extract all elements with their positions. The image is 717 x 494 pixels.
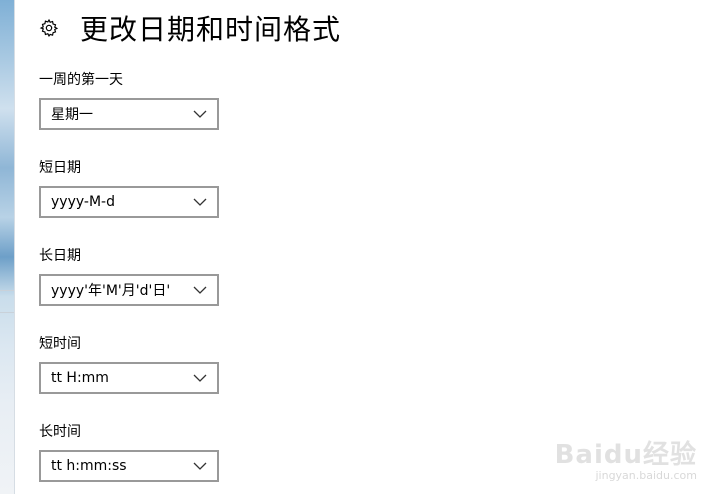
baidu-watermark: Baidu经验 jingyan.baidu.com xyxy=(555,434,697,482)
first-day-of-week-setting: 一周的第一天 星期一 xyxy=(39,70,219,130)
chevron-down-icon xyxy=(193,197,207,207)
short-date-label: 短日期 xyxy=(39,160,81,176)
short-time-label: 短时间 xyxy=(39,336,81,352)
chevron-down-icon xyxy=(193,109,207,119)
gear-icon xyxy=(38,17,60,39)
short-date-value: yyyy-M-d xyxy=(51,194,115,210)
settings-window: 更改日期和时间格式 一周的第一天 星期一 短日期 yyyy-M-d 长日期 yy… xyxy=(0,0,717,494)
long-time-label: 长时间 xyxy=(39,424,81,440)
chevron-down-icon xyxy=(193,461,207,471)
page-title: 更改日期和时间格式 xyxy=(80,13,342,46)
long-time-value: tt h:mm:ss xyxy=(51,458,127,474)
short-date-dropdown[interactable]: yyyy-M-d xyxy=(39,186,219,218)
first-day-of-week-value: 星期一 xyxy=(51,107,93,123)
short-time-value: tt H:mm xyxy=(51,370,109,386)
first-day-of-week-label: 一周的第一天 xyxy=(39,72,123,88)
long-date-label: 长日期 xyxy=(39,248,81,264)
window-border xyxy=(14,0,15,494)
first-day-of-week-dropdown[interactable]: 星期一 xyxy=(39,98,219,130)
long-date-setting: 长日期 yyyy'年'M'月'd'日' xyxy=(39,246,219,306)
desktop-background-strip xyxy=(0,0,14,494)
long-time-setting: 长时间 tt h:mm:ss xyxy=(39,422,219,482)
short-time-setting: 短时间 tt H:mm xyxy=(39,334,219,394)
page-header: 更改日期和时间格式 xyxy=(38,8,341,48)
chevron-down-icon xyxy=(193,373,207,383)
short-date-setting: 短日期 yyyy-M-d xyxy=(39,158,219,218)
long-time-dropdown[interactable]: tt h:mm:ss xyxy=(39,450,219,482)
watermark-main-text: Baidu经验 xyxy=(554,440,697,470)
long-date-dropdown[interactable]: yyyy'年'M'月'd'日' xyxy=(39,274,219,306)
long-date-value: yyyy'年'M'月'd'日' xyxy=(51,283,171,299)
chevron-down-icon xyxy=(193,285,207,295)
short-time-dropdown[interactable]: tt H:mm xyxy=(39,362,219,394)
